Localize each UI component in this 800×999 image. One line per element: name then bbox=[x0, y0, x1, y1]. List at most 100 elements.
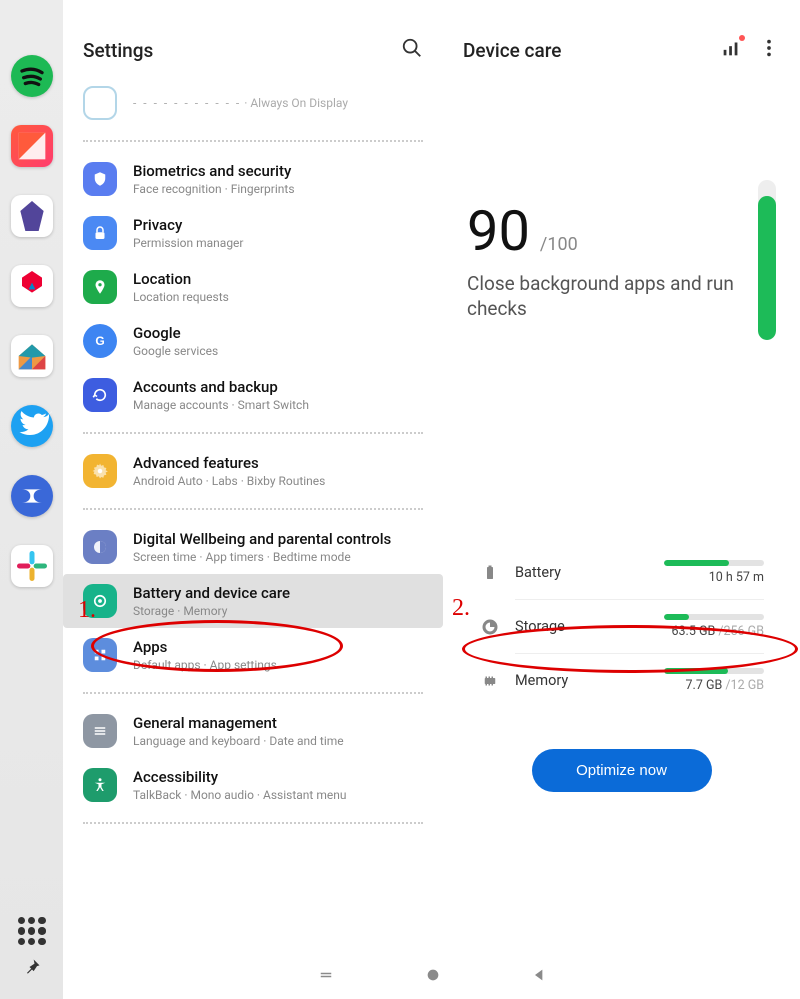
device-care-icon bbox=[83, 584, 117, 618]
score-message: Close background apps and run checks bbox=[467, 272, 758, 321]
dock-app-r[interactable] bbox=[11, 475, 53, 517]
score-bar bbox=[758, 180, 776, 340]
notification-dot bbox=[739, 35, 745, 41]
settings-title: Settings bbox=[83, 39, 153, 62]
battery-value: 10 h 57 m bbox=[709, 570, 764, 585]
dock-app-spotify[interactable] bbox=[11, 55, 53, 97]
item-subtitle: Location requests bbox=[133, 290, 423, 304]
item-subtitle: Face recognition · Fingerprints bbox=[133, 182, 423, 196]
battery-label: Battery bbox=[515, 564, 561, 581]
settings-item-google[interactable]: G Google Google services bbox=[63, 314, 443, 368]
lock-icon bbox=[83, 216, 117, 250]
item-subtitle: Language and keyboard · Date and time bbox=[133, 734, 423, 748]
item-subtitle: Google services bbox=[133, 344, 423, 358]
item-subtitle: Permission manager bbox=[133, 236, 423, 250]
app-drawer-button[interactable] bbox=[18, 917, 46, 945]
item-title: Accessibility bbox=[133, 768, 423, 786]
item-title: Accounts and backup bbox=[133, 378, 423, 396]
settings-header: Settings bbox=[63, 0, 443, 70]
memory-row[interactable]: Memory 7.7 GB /12 GB bbox=[479, 654, 764, 707]
score-total: /100 bbox=[540, 234, 578, 255]
divider bbox=[83, 692, 423, 694]
apps-grid-icon bbox=[83, 638, 117, 672]
accessibility-icon bbox=[83, 768, 117, 802]
settings-list: - - - - - - - - - - - · Always On Displa… bbox=[63, 70, 443, 824]
score-value: 90 bbox=[467, 198, 530, 264]
item-subtitle: Screen time · App timers · Bedtime mode bbox=[133, 550, 423, 564]
content: Settings - - - - - - - - - - - · Always … bbox=[63, 0, 800, 999]
item-title: Apps bbox=[133, 638, 423, 656]
settings-item-biometrics-and-security[interactable]: Biometrics and security Face recognition… bbox=[63, 152, 443, 206]
dock-app-espn[interactable] bbox=[11, 265, 53, 307]
settings-item-privacy[interactable]: Privacy Permission manager bbox=[63, 206, 443, 260]
divider bbox=[83, 508, 423, 510]
edge-dock bbox=[0, 0, 63, 999]
shield-icon bbox=[83, 162, 117, 196]
item-title: Digital Wellbeing and parental controls bbox=[133, 530, 423, 548]
device-care-title: Device care bbox=[463, 39, 561, 62]
refresh-icon bbox=[83, 378, 117, 412]
device-care-card: Battery 10 h 57 m Storage 63.5 GB /256 G… bbox=[463, 540, 780, 713]
settings-item-advanced-features[interactable]: Advanced features Android Auto · Labs · … bbox=[63, 444, 443, 498]
device-care-header: Device care bbox=[443, 0, 800, 70]
settings-pane: Settings - - - - - - - - - - - · Always … bbox=[63, 0, 443, 999]
dock-app-slack[interactable] bbox=[11, 545, 53, 587]
score-block: 90 /100 Close background apps and run ch… bbox=[467, 180, 776, 340]
memory-value: 7.7 GB /12 GB bbox=[686, 678, 764, 693]
nav-back[interactable] bbox=[531, 967, 547, 987]
item-title: Advanced features bbox=[133, 454, 423, 472]
optimize-button[interactable]: Optimize now bbox=[532, 749, 712, 792]
settings-item-location[interactable]: Location Location requests bbox=[63, 260, 443, 314]
item-subtitle: Storage · Memory bbox=[133, 604, 423, 618]
dock-app-twitter[interactable] bbox=[11, 405, 53, 447]
nav-bar bbox=[63, 955, 800, 999]
three-lines-icon bbox=[83, 714, 117, 748]
pin-button[interactable] bbox=[22, 957, 42, 981]
item-subtitle: TalkBack · Mono audio · Assistant menu bbox=[133, 788, 423, 802]
dock-app-home[interactable] bbox=[11, 335, 53, 377]
device-care-pane: Device care 90 /100 Close background app… bbox=[443, 0, 800, 999]
svg-text:G: G bbox=[95, 334, 104, 348]
divider bbox=[83, 140, 423, 142]
battery-row[interactable]: Battery 10 h 57 m bbox=[479, 546, 764, 599]
stats-button[interactable] bbox=[720, 37, 742, 64]
settings-item-apps[interactable]: Apps Default apps · App settings bbox=[63, 628, 443, 682]
google-g-icon: G bbox=[83, 324, 117, 358]
item-title: Location bbox=[133, 270, 423, 288]
settings-item-accessibility[interactable]: Accessibility TalkBack · Mono audio · As… bbox=[63, 758, 443, 812]
item-subtitle: Default apps · App settings bbox=[133, 658, 423, 672]
battery-icon bbox=[479, 564, 501, 582]
wellbeing-icon bbox=[83, 530, 117, 564]
settings-item-accounts-and-backup[interactable]: Accounts and backup Manage accounts · Sm… bbox=[63, 368, 443, 422]
divider bbox=[83, 822, 423, 824]
item-title: Privacy bbox=[133, 216, 423, 234]
memory-label: Memory bbox=[515, 672, 568, 689]
battery-bar bbox=[664, 560, 764, 566]
item-subtitle: Manage accounts · Smart Switch bbox=[133, 398, 423, 412]
pin-icon bbox=[83, 270, 117, 304]
storage-row[interactable]: Storage 63.5 GB /256 GB bbox=[479, 600, 764, 653]
settings-item-battery-and-device-care[interactable]: Battery and device care Storage · Memory bbox=[63, 574, 443, 628]
divider bbox=[83, 432, 423, 434]
bottom-dock bbox=[0, 917, 63, 981]
memory-icon bbox=[479, 672, 501, 690]
partial-item[interactable]: - - - - - - - - - - - · Always On Displa… bbox=[63, 80, 443, 130]
item-title: Biometrics and security bbox=[133, 162, 423, 180]
dock-app-notes[interactable] bbox=[11, 125, 53, 167]
storage-icon bbox=[479, 618, 501, 636]
item-subtitle: Android Auto · Labs · Bixby Routines bbox=[133, 474, 423, 488]
item-title: Battery and device care bbox=[133, 584, 423, 602]
more-button[interactable] bbox=[758, 37, 780, 64]
settings-item-general-management[interactable]: General management Language and keyboard… bbox=[63, 704, 443, 758]
nav-recents[interactable] bbox=[317, 966, 335, 988]
nav-home[interactable] bbox=[425, 967, 441, 987]
partial-item-text: - - - - - - - - - - - · Always On Displa… bbox=[133, 96, 348, 110]
dock-app-gem[interactable] bbox=[11, 195, 53, 237]
item-title: General management bbox=[133, 714, 423, 732]
search-button[interactable] bbox=[401, 37, 423, 64]
storage-value: 63.5 GB /256 GB bbox=[671, 624, 764, 639]
storage-label: Storage bbox=[515, 618, 565, 635]
settings-item-digital-wellbeing-and-parental-controls[interactable]: Digital Wellbeing and parental controls … bbox=[63, 520, 443, 574]
gear-icon bbox=[83, 454, 117, 488]
memory-bar bbox=[664, 668, 764, 674]
